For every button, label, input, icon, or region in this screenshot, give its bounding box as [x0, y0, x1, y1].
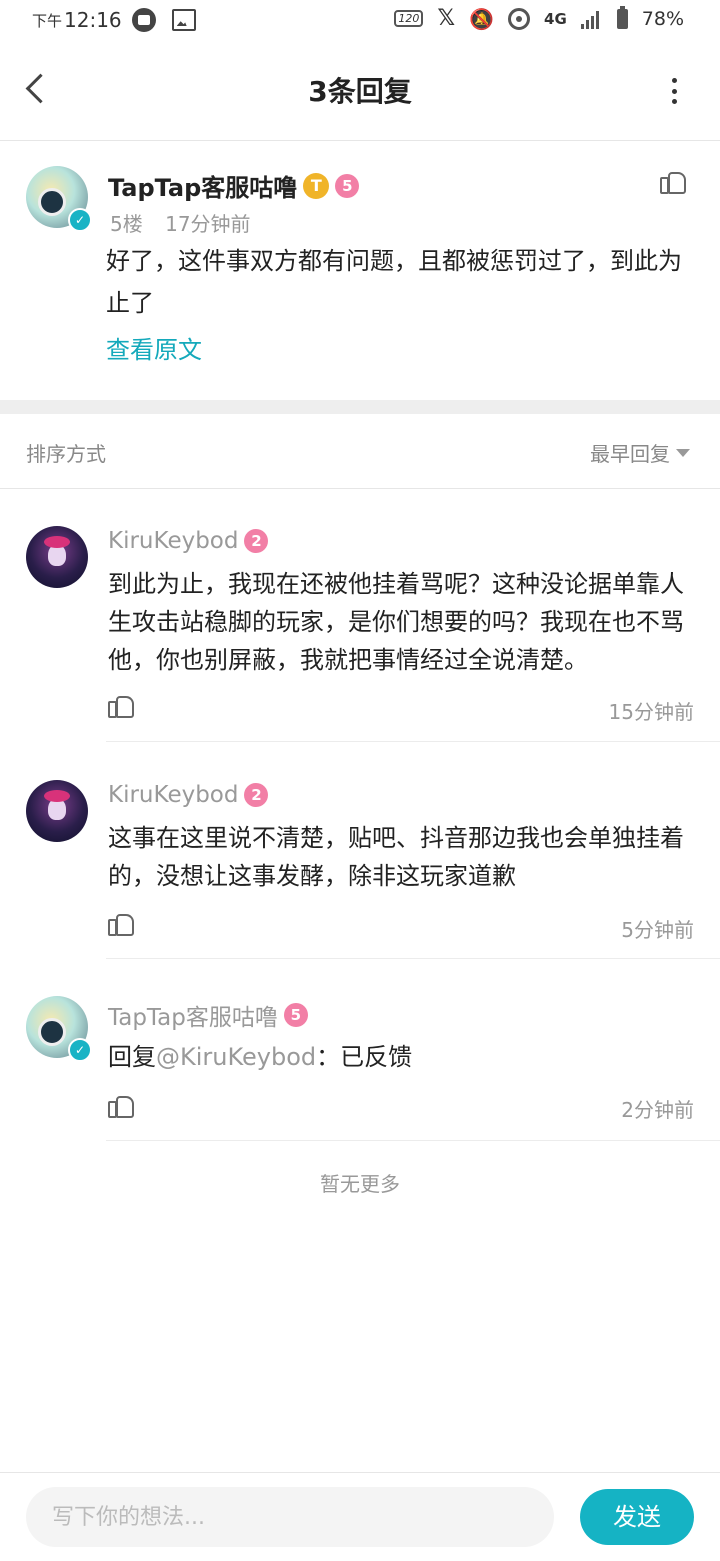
- refresh-rate-icon: 120: [394, 10, 424, 27]
- sort-label: 排序方式: [26, 442, 106, 466]
- author-name: KiruKeybod: [108, 528, 239, 554]
- view-original-link[interactable]: 查看原文: [106, 330, 202, 365]
- status-ampm: 下午: [32, 11, 63, 30]
- post-author[interactable]: TapTap客服咕噜 T 5: [108, 168, 360, 203]
- floor-number: 5楼: [110, 212, 143, 236]
- caret-down-icon: [676, 448, 690, 457]
- official-t-badge-icon: T: [303, 172, 330, 199]
- sort-row: 排序方式 最早回复: [0, 414, 720, 489]
- reply-body: ：已反馈: [316, 1043, 413, 1071]
- verified-check-icon: ✓: [68, 1038, 92, 1062]
- reply-time: 5分钟前: [621, 918, 694, 942]
- post-meta: 5楼 17分钟前: [110, 208, 267, 237]
- author-name: TapTap客服咕噜: [108, 174, 298, 202]
- status-time: 12:16: [64, 8, 122, 32]
- network-type: 4G: [544, 9, 567, 28]
- status-bar: 下午 12:16 120 𝕏 🔕 4G 78%: [0, 0, 720, 40]
- thumbs-up-icon[interactable]: [660, 172, 686, 194]
- level-badge: 2: [244, 783, 269, 807]
- reply-time: 2分钟前: [621, 1098, 694, 1122]
- thumbs-up-icon[interactable]: [108, 914, 134, 936]
- signal-icon: [580, 9, 603, 29]
- x-app-icon: 𝕏: [437, 6, 456, 31]
- level-badge: 5: [283, 1003, 308, 1027]
- battery-level: 78%: [641, 7, 684, 30]
- mention-link[interactable]: @KiruKeybod: [156, 1043, 316, 1071]
- hotspot-icon: [508, 7, 531, 30]
- send-button[interactable]: 发送: [580, 1489, 694, 1545]
- mute-bell-icon: 🔕: [469, 6, 495, 31]
- reply-text: 到此为止，我现在还被他挂着骂呢？这种没论据单靠人生攻击站稳脚的玩家，是你们想要的…: [108, 570, 684, 674]
- comment-composer: 发送: [0, 1472, 720, 1561]
- top-app-bar: 3条回复: [0, 40, 720, 141]
- reply-author[interactable]: KiruKeybod 2: [108, 782, 269, 808]
- divider: [106, 1140, 720, 1141]
- no-more-label: 暂无更多: [320, 1172, 400, 1196]
- level-badge: 5: [335, 173, 360, 198]
- page-title: 3条回复: [308, 75, 412, 108]
- sort-dropdown[interactable]: 最早回复: [590, 438, 690, 467]
- verified-check-icon: ✓: [68, 208, 92, 232]
- reply-item: KiruKeybod 2 到此为止，我现在还被他挂着骂呢？这种没论据单靠人生攻击…: [0, 488, 720, 742]
- sort-value: 最早回复: [590, 442, 670, 466]
- author-name: TapTap客服咕噜: [108, 1005, 278, 1031]
- battery-icon: [616, 5, 628, 29]
- reply-author[interactable]: TapTap客服咕噜 5: [108, 998, 308, 1032]
- reply-item: ✓ TapTap客服咕噜 5 回复@KiruKeybod：已反馈 2分钟前: [0, 960, 720, 1142]
- reply-text: 这事在这里说不清楚，贴吧、抖音那边我也会单独挂着的，没想让这事发酵，除非这玩家道…: [108, 824, 684, 890]
- reply-item: KiruKeybod 2 这事在这里说不清楚，贴吧、抖音那边我也会单独挂着的，没…: [0, 742, 720, 960]
- post-text: 好了，这件事双方都有问题，且都被惩罚过了，到此为止了: [106, 247, 682, 317]
- reply-prefix: 回复: [108, 1043, 156, 1071]
- thumbs-up-icon[interactable]: [108, 1096, 134, 1118]
- level-badge: 2: [244, 529, 269, 553]
- divider: [106, 958, 720, 959]
- reply-author[interactable]: KiruKeybod 2: [108, 528, 269, 554]
- post-time: 17分钟前: [165, 212, 251, 236]
- reply-time: 15分钟前: [608, 700, 694, 724]
- avatar[interactable]: [26, 526, 88, 588]
- comment-input[interactable]: [26, 1487, 554, 1547]
- section-divider: [0, 400, 720, 414]
- image-notification-icon: [171, 9, 196, 31]
- thumbs-up-icon[interactable]: [108, 696, 134, 718]
- message-notification-icon: [131, 8, 156, 32]
- avatar[interactable]: [26, 780, 88, 842]
- author-name: KiruKeybod: [108, 782, 239, 808]
- more-options-icon[interactable]: [672, 78, 678, 104]
- reply-text: 回复@KiruKeybod：已反馈: [108, 1038, 684, 1076]
